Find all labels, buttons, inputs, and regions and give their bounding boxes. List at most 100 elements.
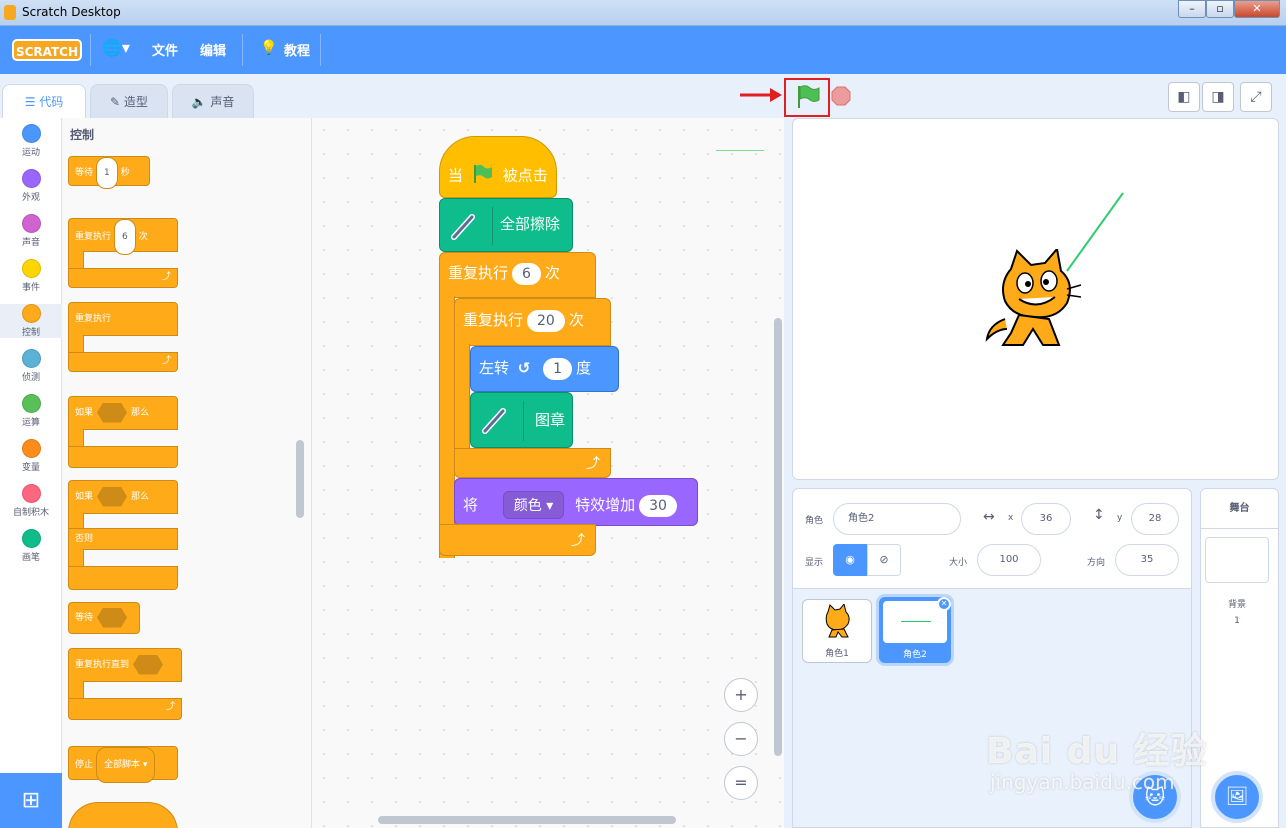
block-hat-partial[interactable] [68, 802, 178, 828]
category-item[interactable]: 事件 [0, 259, 62, 293]
direction-field[interactable]: 35 [1115, 544, 1179, 576]
show-eye-icon[interactable]: ◉ [833, 544, 867, 576]
block-change-effect[interactable]: 将 颜色 ▾ 特效增加 30 [454, 478, 698, 526]
category-item[interactable]: 外观 [0, 169, 62, 203]
maximize-button[interactable]: ▫ [1206, 0, 1234, 18]
size-field[interactable]: 100 [977, 544, 1041, 576]
block-repeat-inner[interactable]: 重复执行 20 次 [454, 298, 611, 346]
block-wait[interactable]: 等待 1 秒 [68, 156, 150, 189]
speaker-icon: 🔈 [191, 95, 211, 109]
repeat-outer-foot: ⤴ [439, 524, 596, 556]
add-backdrop-button[interactable]: 🖼 [1211, 771, 1263, 823]
block-if[interactable]: 如果 那么 [68, 396, 178, 430]
menu-tutorials[interactable]: 教程 [284, 40, 310, 59]
block-repeat-until-label: 重复执行直到 [75, 660, 130, 670]
hide-eye-icon[interactable]: ⊘ [867, 544, 901, 576]
block-when-flag-clicked[interactable]: 当 被点击 [439, 136, 557, 198]
repeat-outer-unit: 次 [544, 264, 560, 282]
stage-selector[interactable]: 舞台 背景 1 🖼 [1200, 488, 1279, 828]
block-turn-left[interactable]: 左转 ↺ 1度 [470, 346, 619, 392]
category-item[interactable]: 控制 [0, 304, 62, 338]
block-stop[interactable]: 停止 全部脚本 ▾ [68, 746, 178, 783]
close-window-button[interactable]: ✕ [1234, 0, 1280, 18]
repeat-outer-input[interactable]: 6 [512, 263, 541, 285]
language-globe-icon[interactable]: 🌐▾ [102, 38, 130, 57]
block-if-condition[interactable] [97, 402, 128, 423]
repeat-inner-unit: 次 [568, 311, 584, 329]
block-wait-until[interactable]: 等待 [68, 602, 140, 634]
category-item[interactable]: 声音 [0, 214, 62, 248]
sprite-thumb-1[interactable]: 角色1 [802, 599, 872, 663]
menu-edit[interactable]: 编辑 [200, 40, 226, 59]
block-stamp[interactable]: 图章 [470, 392, 573, 448]
block-repeat[interactable]: 重复执行 6 次 [68, 218, 178, 255]
script-vertical-scrollbar[interactable] [774, 318, 782, 756]
stop-icon[interactable] [831, 86, 851, 106]
category-item[interactable]: 自制积木 [0, 484, 62, 518]
block-if-arm [68, 429, 84, 447]
menu-divider [242, 34, 243, 66]
block-wait-unit: 秒 [120, 168, 130, 178]
tab-code[interactable]: ☰ 代码 [2, 84, 86, 118]
block-ifelse-condition[interactable] [97, 486, 128, 507]
block-repeat-until-condition[interactable] [133, 654, 164, 675]
add-extension-button[interactable]: ⊞ [0, 773, 62, 828]
line-costume-icon [901, 621, 931, 622]
x-field[interactable]: 36 [1021, 503, 1071, 535]
category-dot-icon [21, 349, 41, 368]
sprite-thumb-2[interactable]: ✕ 角色2 [879, 597, 951, 663]
delete-sprite-icon[interactable]: ✕ [937, 597, 951, 611]
block-erase-all[interactable]: 全部擦除 [439, 198, 573, 252]
block-repeat-outer[interactable]: 重复执行 6 次 [439, 252, 596, 298]
tab-sounds[interactable]: 🔈 声音 [172, 84, 254, 118]
repeat-inner-label: 重复执行 [463, 311, 524, 329]
category-item[interactable]: 侦测 [0, 349, 62, 383]
fullscreen-button[interactable]: ⤢ [1240, 82, 1272, 112]
script-area[interactable]: 当 被点击 全部擦除 重复执行 6 次 重复执行 20 次 左转 ↺ 1度 图章 ⤴ [312, 118, 784, 828]
category-item[interactable]: 运动 [0, 124, 62, 158]
block-wait-until-condition[interactable] [97, 607, 128, 628]
sprite-name-field[interactable]: 角色2 [833, 503, 961, 535]
large-stage-button[interactable]: ◨ [1202, 82, 1234, 112]
palette-scrollbar[interactable] [296, 440, 304, 518]
block-if-label: 如果 [75, 408, 94, 418]
category-item[interactable]: 画笔 [0, 529, 62, 563]
block-repeat-until[interactable]: 重复执行直到 [68, 648, 182, 682]
change-effect-input[interactable]: 30 [639, 495, 677, 517]
stage-title: 舞台 [1201, 489, 1278, 529]
zoom-in-icon: + [734, 685, 748, 704]
repeat-inner-input[interactable]: 20 [527, 310, 565, 332]
block-stop-label: 停止 [75, 760, 94, 770]
minimize-button[interactable]: – [1178, 0, 1206, 18]
backdrop-thumbnail[interactable] [1205, 537, 1269, 583]
lightbulb-icon: 💡 [260, 40, 278, 56]
block-stop-dropdown[interactable]: 全部脚本 ▾ [96, 747, 156, 783]
hat-when-label: 当 [448, 166, 464, 185]
turn-input[interactable]: 1 [543, 358, 573, 380]
block-wait-input[interactable]: 1 [96, 157, 118, 189]
zoom-out-button[interactable]: − [724, 722, 758, 756]
x-label: x [1008, 513, 1014, 523]
category-item[interactable]: 变量 [0, 439, 62, 473]
stage-canvas[interactable] [792, 118, 1279, 480]
category-dot-icon [21, 169, 41, 188]
category-item[interactable]: 运算 [0, 394, 62, 428]
tab-costumes[interactable]: ✎ 造型 [90, 84, 168, 118]
small-stage-button[interactable]: ◧ [1168, 82, 1200, 112]
zoom-reset-button[interactable]: = [724, 766, 758, 800]
zoom-in-button[interactable]: + [724, 678, 758, 712]
block-repeat-input[interactable]: 6 [114, 219, 136, 255]
y-field[interactable]: 28 [1131, 503, 1179, 535]
effect-dropdown[interactable]: 颜色 ▾ [502, 491, 565, 519]
green-flag-icon[interactable] [795, 83, 821, 111]
turn-unit: 度 [576, 359, 592, 377]
block-forever[interactable]: 重复执行 [68, 302, 178, 336]
menu-file[interactable]: 文件 [152, 40, 178, 59]
category-dot-icon [21, 214, 41, 233]
script-horizontal-scrollbar[interactable] [378, 816, 676, 824]
category-label: 事件 [21, 283, 40, 293]
block-forever-foot: ⤴ [68, 352, 178, 372]
stage-preview-line [716, 150, 764, 151]
scratch-logo[interactable]: SCRATCH [12, 39, 82, 61]
block-if-else[interactable]: 如果 那么 [68, 480, 178, 514]
